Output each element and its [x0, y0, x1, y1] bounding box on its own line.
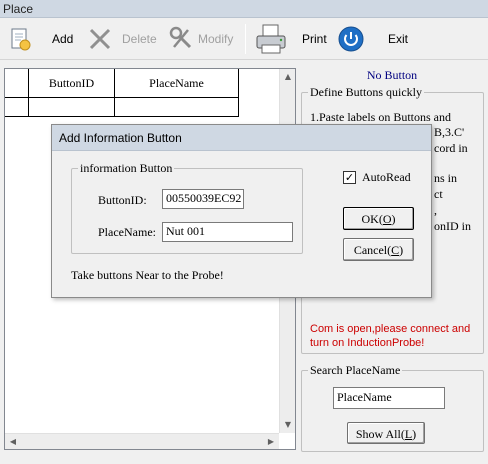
help-text-line: onID in	[434, 219, 471, 233]
scroll-right-icon[interactable]: ▶	[263, 434, 279, 450]
toolbar-separator	[245, 24, 246, 54]
buttonid-input[interactable]: 00550039EC92	[162, 189, 244, 209]
search-placename-input[interactable]: PlaceName	[333, 387, 445, 409]
information-button-legend: information Button	[78, 161, 175, 176]
table-cell[interactable]	[29, 98, 115, 117]
cancel-suffix: )	[399, 243, 404, 257]
autoread-checkbox[interactable]: ✓	[343, 171, 356, 184]
autoread-label: AutoRead	[362, 170, 411, 184]
buttonid-label: ButtonID:	[98, 193, 147, 207]
row-header-corner	[5, 69, 29, 98]
delete-x-icon	[89, 28, 111, 50]
show-all-button[interactable]: Show All(L)	[347, 422, 425, 444]
help-text-line: B,3.C'	[434, 125, 465, 139]
row-header[interactable]	[5, 98, 29, 117]
help-text-line: cord in	[434, 141, 468, 155]
search-legend: Search PlaceName	[308, 363, 403, 378]
add-label: Add	[52, 32, 74, 46]
ok-suffix: )	[391, 212, 396, 226]
print-button[interactable]: Print	[254, 24, 327, 54]
cancel-hotkey: C	[391, 243, 400, 257]
add-information-dialog: Add Information Button information Butto…	[51, 124, 432, 298]
column-header-buttonid[interactable]: ButtonID	[29, 69, 115, 98]
cancel-label: Cancel(	[353, 243, 392, 257]
dialog-title: Add Information Button	[52, 125, 431, 151]
help-text-line: ,	[434, 203, 437, 217]
define-buttons-legend: Define Buttons quickly	[308, 85, 424, 100]
com-status-text: Com is open,please connect and turn on I…	[310, 323, 471, 349]
information-button-group: information Button ButtonID: 00550039EC9…	[71, 161, 303, 254]
delete-label: Delete	[122, 32, 157, 46]
selected-button-title: No Button	[366, 68, 418, 82]
wrench-tools-icon	[169, 26, 192, 49]
help-text-line: ns in	[434, 171, 458, 185]
scroll-left-icon[interactable]: ◀	[5, 434, 21, 450]
printer-icon	[256, 24, 286, 54]
delete-button[interactable]: Delete	[86, 24, 157, 54]
ok-button[interactable]: OK(O)	[343, 207, 414, 230]
toolbar: Add Delete Modify Print Exit	[0, 18, 488, 60]
power-icon	[338, 26, 364, 52]
search-group: Search PlaceName PlaceName Show All(L)	[301, 363, 484, 452]
scroll-up-icon[interactable]: ▲	[280, 69, 296, 85]
show-all-suffix: )	[412, 427, 417, 441]
horizontal-scrollbar[interactable]: ◀ ▶	[5, 433, 279, 449]
show-all-label: Show All(	[355, 427, 405, 441]
help-text-line: 1.Paste labels on Buttons and	[310, 110, 451, 124]
print-label: Print	[302, 32, 327, 46]
add-button[interactable]: Add	[6, 24, 73, 54]
add-document-icon	[11, 28, 31, 51]
ok-label: OK(	[361, 212, 383, 226]
probe-hint-text: Take buttons Near to the Probe!	[71, 268, 224, 282]
checkmark-icon: ✓	[344, 171, 355, 184]
modify-button[interactable]: Modify	[168, 24, 233, 54]
modify-label: Modify	[198, 32, 234, 46]
window-title: Place	[0, 0, 488, 18]
exit-label: Exit	[388, 32, 409, 46]
column-header-placename[interactable]: PlaceName	[115, 69, 239, 98]
help-text-line: ct	[434, 187, 443, 201]
placename-input[interactable]: Nut 001	[162, 222, 293, 242]
exit-button[interactable]: Exit	[338, 24, 408, 54]
ok-hotkey: O	[382, 212, 392, 226]
cancel-button[interactable]: Cancel(C)	[343, 238, 414, 261]
scroll-down-icon[interactable]: ▼	[280, 417, 296, 433]
placename-label: PlaceName:	[98, 225, 156, 239]
table-cell[interactable]	[115, 98, 239, 117]
